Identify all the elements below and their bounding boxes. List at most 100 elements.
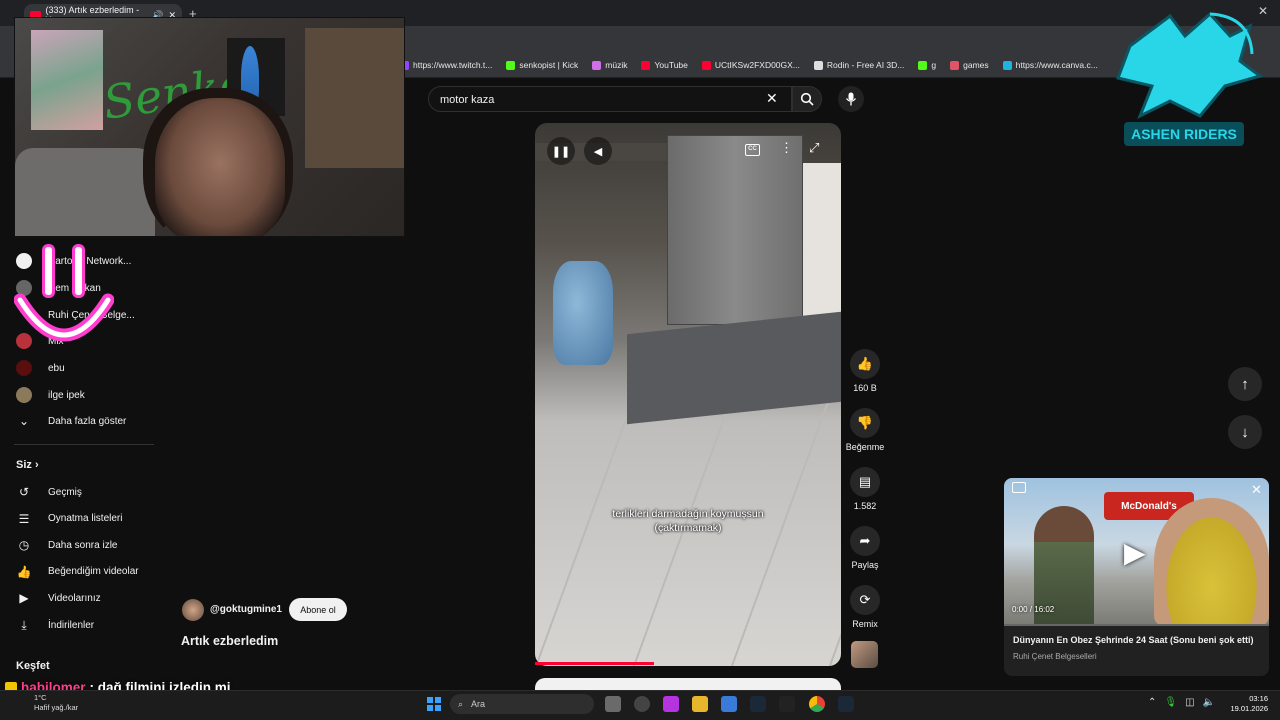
weather-widget[interactable]: 1°C Hafif yağ./kar (14, 693, 78, 713)
chrome-app-icon[interactable] (809, 696, 825, 712)
bookmark-item[interactable]: YouTube (641, 60, 688, 70)
search-button[interactable] (792, 86, 822, 112)
mini-player-channel[interactable]: Ruhi Çenet Belgeselleri (1013, 652, 1097, 661)
search-icon (800, 92, 814, 106)
next-short-card[interactable] (535, 678, 841, 690)
ashen-riders-logo: ASHEN RIDERS (1115, 11, 1264, 146)
clock-icon: ◷ (18, 538, 30, 553)
sound-thumbnail[interactable] (851, 641, 878, 668)
bookmark-label: https://www.canva.c... (1015, 60, 1098, 70)
youtube-icon (701, 60, 711, 70)
bookmark-item[interactable]: UCtIKSw2FXD00GX... (701, 60, 800, 70)
steam-app-icon-2[interactable] (838, 696, 854, 712)
sidebar-item-label: Videolarınız (48, 592, 101, 604)
captions-icon[interactable]: CC (745, 144, 760, 156)
thumbs-down-icon[interactable]: 👎 (850, 408, 880, 438)
file-explorer-app-icon[interactable] (605, 696, 621, 712)
share-action[interactable]: ➦ Paylaş (844, 526, 886, 570)
search-query: motor kaza (440, 94, 495, 106)
sidebar-item-video[interactable]: ▶ Videolarınız (16, 590, 101, 606)
chevron-up-icon[interactable]: ⌃ (1148, 697, 1156, 708)
next-short-button[interactable]: ↓ (1228, 415, 1262, 449)
bookmark-item[interactable]: Rodin - Free AI 3D... (813, 60, 904, 70)
subscribe-button[interactable]: Abone ol (289, 598, 347, 621)
store-app-icon[interactable] (721, 696, 737, 712)
taskbar-clock[interactable]: 03:16 19.01.2026 (1228, 694, 1268, 714)
play-icon[interactable]: ▶ (1124, 536, 1146, 569)
mini-player-title[interactable]: Dünyanın En Obez Şehrinde 24 Saat (Sonu … (1013, 635, 1263, 645)
mini-player[interactable]: McDonald's ▶ 0:00 / 16:02 ✕ Dünyanın En … (1004, 478, 1269, 676)
sidebar-item-thumbs-up[interactable]: 👍 Beğendiğim videolar (16, 564, 139, 580)
mic-icon[interactable]: 🎙 (1164, 697, 1177, 708)
show-more-button[interactable]: ⌄ Daha fazla göster (16, 413, 126, 429)
youtube-icon (641, 60, 651, 70)
webcam-overlay: Senko (14, 17, 405, 237)
pause-button[interactable]: ❚❚ (547, 137, 575, 165)
volume-icon[interactable]: 🔈 (1203, 697, 1215, 708)
more-options-icon[interactable]: ⋮ (780, 140, 793, 156)
channel-avatar (16, 360, 32, 376)
sidebar-item-playlist[interactable]: ☰ Oynatma listeleri (16, 511, 123, 527)
taskbar-search[interactable]: ⌕ Ara (450, 694, 594, 714)
comments-action[interactable]: ▤ 1.582 (844, 467, 886, 511)
clear-search-icon[interactable]: ✕ (766, 90, 778, 107)
voice-search-button[interactable] (838, 86, 864, 112)
previous-short-button[interactable]: ↑ (1228, 367, 1262, 401)
bookmark-item[interactable]: müzik (592, 60, 627, 70)
temperature: 1°C (34, 693, 47, 702)
bookmark-item[interactable]: https://www.twitch.t... (400, 60, 492, 70)
like-action[interactable]: 👍 160 B (844, 349, 886, 393)
thumbs-up-icon: 👍 (16, 564, 32, 579)
epic-app-icon[interactable] (779, 696, 795, 712)
logo-text: ASHEN RIDERS (1131, 126, 1237, 142)
close-icon[interactable]: ✕ (1251, 482, 1262, 498)
twitch-app-icon[interactable] (663, 696, 679, 712)
channel-avatar[interactable] (182, 599, 204, 621)
thumbs-up-icon[interactable]: 👍 (850, 349, 880, 379)
channel-name[interactable]: @goktugmine1 (210, 604, 282, 615)
subscription-item[interactable]: ilge ipek (16, 387, 85, 403)
video-progress-bar[interactable] (535, 662, 655, 665)
subscription-item[interactable]: ebu (16, 360, 65, 376)
mini-player-thumbnail[interactable]: McDonald's ▶ 0:00 / 16:02 ✕ (1004, 478, 1269, 626)
bookmark-label: UCtIKSw2FXD00GX... (714, 60, 800, 70)
network-icon[interactable]: ◫ (1185, 697, 1194, 708)
comment-icon[interactable]: ▤ (850, 467, 880, 497)
kick-icon (918, 60, 928, 70)
sidebar-item-history[interactable]: ↺ Geçmiş (16, 484, 82, 500)
folder-app-icon[interactable] (692, 696, 708, 712)
system-tray[interactable]: ⌃ 🎙 ◫ 🔈 (1148, 697, 1215, 708)
dislike-action[interactable]: 👎 Beğenme (844, 408, 886, 452)
bookmark-item[interactable]: https://www.canva.c... (1002, 60, 1098, 70)
you-section-header[interactable]: Siz › (16, 459, 39, 471)
obs-app-icon[interactable] (634, 696, 650, 712)
bookmark-item[interactable]: senkopist | Kick (506, 60, 578, 70)
dislike-label: Beğenme (845, 442, 885, 452)
sidebar-item-clock[interactable]: ◷ Daha sonra izle (16, 537, 118, 553)
short-video-player[interactable] (535, 123, 841, 666)
bookmark-item[interactable]: games (950, 60, 989, 70)
share-label: Paylaş (851, 560, 879, 570)
bookmark-label: g (931, 60, 937, 70)
search-input[interactable]: motor kaza (428, 86, 792, 112)
share-icon[interactable]: ➦ (850, 526, 880, 556)
volume-button[interactable]: ◀ (584, 137, 612, 165)
pause-icon: ❚❚ (551, 145, 571, 158)
arrow-up-icon: ↑ (1241, 375, 1249, 393)
steam-app-icon[interactable] (750, 696, 766, 712)
fullscreen-icon[interactable]: ⤢ (809, 140, 819, 156)
you-section-label: Siz (16, 459, 32, 471)
arrow-down-icon: ↓ (1241, 423, 1249, 441)
remix-action[interactable]: ⟳ Remix (844, 585, 886, 629)
history-icon: ↺ (18, 485, 30, 499)
mini-player-progress[interactable] (1004, 624, 1269, 626)
expand-icon[interactable] (1012, 482, 1026, 493)
explore-section-header: Keşfet (16, 660, 50, 672)
shelf (305, 28, 404, 168)
windows-start-icon[interactable] (427, 697, 441, 711)
sidebar-item-label: İndirilenler (48, 619, 95, 631)
remix-icon[interactable]: ⟳ (850, 585, 880, 615)
bookmark-item[interactable]: g (918, 60, 936, 70)
cabinet (803, 163, 841, 333)
sidebar-item-download[interactable]: ⤓ İndirilenler (16, 617, 94, 633)
